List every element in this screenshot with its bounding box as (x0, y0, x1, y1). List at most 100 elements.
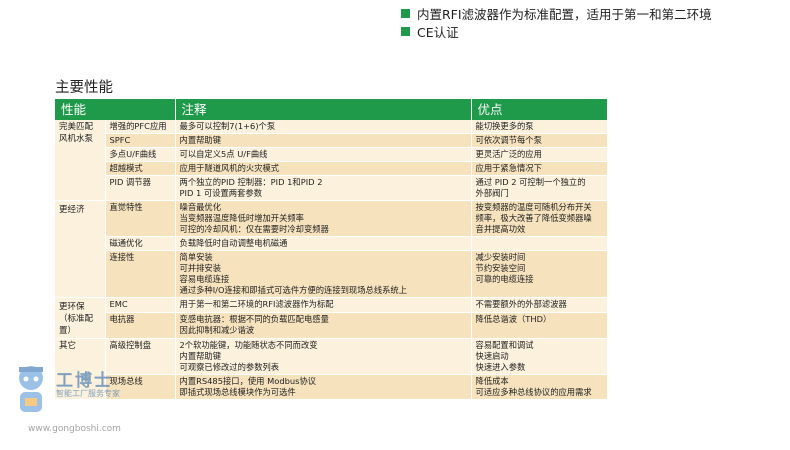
note-line: 两个独立的PID 控制器：PID 1和PID 2 (179, 177, 323, 187)
header-performance: 性能 (55, 99, 176, 120)
table-row: 现场总线 内置RS485接口，使用 Modbus协议 即插式现场总线模块作为可选件降… (55, 374, 608, 400)
advantage-cell: 按变频器的温度可随机分布开关 频率，极大改善了降低变频器噪 音并提高功效 (471, 200, 608, 237)
note-cell: 噪音最优化 当变频器温度降低时增加开关频率 可控的冷却风机：仅在需要时冷却变频器 (175, 200, 472, 237)
advantage-cell: 不需要额外的外部滤波器 (471, 297, 608, 313)
feature-cell: 高级控制盘 (105, 338, 176, 375)
advantage-cell: 应用于紧急情况下 (471, 161, 608, 176)
advantage-line: 按变频器的温度可随机分布开关 (475, 202, 592, 212)
table-row: 磁通优化负载降低时自动调整电机磁通 ​ (55, 236, 608, 251)
advantage-cell: ​ (471, 236, 608, 251)
table-row: PID 调节器 两个独立的PID 控制器：PID 1和PID 2 PID 1 可设置… (55, 175, 608, 201)
feature-cell: 连接性 (105, 250, 176, 298)
note-line: 通过多种I/O连接和即插式可选件方便的连接到现场总线系统上 (179, 285, 408, 295)
table-row: 连接性 简单安装 可并排安装 容易电缆连接 通过多种I/O连接和即插式可选件方便的连接到… (55, 250, 608, 298)
feature-cell: 电抗器 (105, 312, 176, 340)
bullet-text: CE认证 (417, 24, 459, 40)
feature-cell: 超越模式 (105, 161, 176, 176)
advantage-line: 更灵活广泛的应用 (475, 149, 542, 159)
note-line: 负载降低时自动调整电机磁通 (179, 238, 288, 248)
table-row: 更环保（标准配置） EMC 用于第一和第二环境的RFI滤波器作为标配 不需要额外的外部… (55, 297, 608, 339)
note-line: 最多可以控制7(1+6)个泵 (179, 121, 276, 131)
note-cell: 应用于隧道风机的火灾模式 (175, 161, 472, 176)
advantage-line: 通过 PID 2 可控制一个独立的 (475, 177, 586, 187)
advantage-line: 音并提高功效 (475, 224, 526, 234)
note-cell: 最多可以控制7(1+6)个泵 (175, 120, 472, 134)
advantage-cell: 降低总谐波（THD） (471, 312, 608, 340)
note-cell: 负载降低时自动调整电机磁通 (175, 236, 472, 251)
note-cell: 两个独立的PID 控制器：PID 1和PID 2 PID 1 可设置两套参数 (175, 175, 472, 201)
advantage-line: ​ (476, 238, 604, 249)
note-line: 因此抑制和减少谐波 (179, 324, 255, 335)
note-cell: 简单安装 可并排安装 容易电缆连接 通过多种I/O连接和即插式可选件方便的连接到现场总… (175, 250, 472, 298)
bullet-list: 内置RFI滤波器作为标准配置，适用于第一和第二环境 CE认证 (401, 4, 712, 40)
header-advantages: 优点 (471, 99, 608, 120)
feature-cell: 多点U/F曲线 (105, 147, 176, 162)
advantage-line: 可适应多种总线协议的应用需求 (475, 387, 592, 397)
advantage-cell: 容易配置和调试 快速启动 快速进入参数 (471, 338, 608, 375)
table-row: 更经济 直觉特性 噪音最优化 当变频器温度降低时增加开关频率 可控的冷却风机：仅在需要时… (55, 200, 608, 298)
advantage-line: 降低总谐波（THD） (475, 313, 552, 324)
green-square-bullet-icon (401, 26, 410, 36)
robot-mascot-icon (19, 366, 43, 412)
advantage-line: 频率，极大改善了降低变频器噪 (475, 213, 592, 223)
note-line: 内置帮助键 (179, 351, 222, 361)
table-header-row: 性能 注释 优点 (55, 99, 608, 120)
note-cell: 内置帮助键 (175, 133, 472, 148)
feature-cell: EMC (105, 297, 176, 313)
advantage-line: 不需要额外的外部滤波器 (475, 299, 567, 309)
note-line: 变感电抗器：根据不同的负载匹配电感量 (179, 313, 329, 324)
table-row: 超越模式 应用于隧道风机的火灾模式 应用于紧急情况下 (55, 161, 608, 176)
note-line: 噪音最优化 (179, 202, 222, 212)
note-cell: 变感电抗器：根据不同的负载匹配电感量 因此抑制和减少谐波 (175, 312, 472, 340)
advantage-cell: 能切换更多的泵 (471, 120, 608, 134)
note-line: 内置帮助键 (179, 135, 222, 145)
table-row: 完美匹配风机水泵 增强的PFC应用 最多可以控制7(1+6)个泵 能切换更多的泵 (55, 120, 608, 201)
advantage-cell: 可依次调节每个泵 (471, 133, 608, 148)
bullet-item: CE认证 (401, 22, 712, 40)
note-line: 可观察已修改过的参数列表 (179, 362, 280, 372)
advantage-line: 可依次调节每个泵 (475, 135, 542, 145)
feature-cell: PID 调节器 (105, 175, 176, 201)
note-line: 可以自定义5点 U/F曲线 (179, 149, 268, 159)
note-cell: 用于第一和第二环境的RFI滤波器作为标配 (175, 297, 472, 313)
advantage-line: 能切换更多的泵 (475, 121, 534, 131)
advantage-line: 快速进入参数 (475, 362, 526, 372)
advantage-line: 外部阀门 (475, 188, 509, 198)
advantage-line: 降低成本 (475, 376, 509, 386)
note-line: 容易电缆连接 (179, 274, 230, 284)
category-cell: 完美匹配风机水泵 (55, 120, 106, 201)
note-line: 即插式现场总线模块作为可选件 (179, 387, 296, 397)
advantage-cell: 减少安装时间 节约安装空间 可靠的电缆连接 (471, 250, 608, 298)
note-line: 内置RS485接口，使用 Modbus协议 (179, 376, 317, 386)
advantage-line: 可靠的电缆连接 (475, 274, 534, 284)
header-notes: 注释 (175, 99, 472, 120)
advantage-line: 容易配置和调试 (475, 340, 534, 350)
watermark-url: www.gongboshi.com (28, 424, 121, 434)
feature-cell: 增强的PFC应用 (105, 120, 176, 134)
note-line: 用于第一和第二环境的RFI滤波器作为标配 (179, 299, 334, 309)
category-cell: 其它 (55, 338, 106, 400)
note-line: 可控的冷却风机：仅在需要时冷却变频器 (179, 224, 329, 234)
category-cell: 更经济 (55, 200, 106, 298)
bullet-item: 内置RFI滤波器作为标准配置，适用于第一和第二环境 (401, 4, 712, 22)
advantage-line: 节约安装空间 (475, 263, 526, 273)
table-row: SPFC 内置帮助键 可依次调节每个泵 (55, 133, 608, 148)
note-cell: 内置RS485接口，使用 Modbus协议 即插式现场总线模块作为可选件 (175, 374, 472, 400)
advantage-cell: 更灵活广泛的应用 (471, 147, 608, 162)
feature-cell: 磁通优化 (105, 236, 176, 251)
table-row: 多点U/F曲线 可以自定义5点 U/F曲线 更灵活广泛的应用 (55, 147, 608, 162)
advantage-line: 减少安装时间 (475, 252, 526, 262)
feature-cell: 现场总线 (105, 374, 176, 400)
note-cell: 可以自定义5点 U/F曲线 (175, 147, 472, 162)
feature-cell: SPFC (105, 133, 176, 148)
advantage-cell: 通过 PID 2 可控制一个独立的 外部阀门 (471, 175, 608, 201)
advantage-cell: 降低成本 可适应多种总线协议的应用需求 (471, 374, 608, 400)
note-line: PID 1 可设置两套参数 (179, 188, 262, 198)
note-line: 可并排安装 (179, 263, 222, 273)
note-cell: 2个软功能键，功能随状态不同而改变 内置帮助键 可观察已修改过的参数列表 (175, 338, 472, 375)
table-body: 完美匹配风机水泵 增强的PFC应用 最多可以控制7(1+6)个泵 能切换更多的泵 SPF… (55, 120, 608, 400)
category-cell: 更环保（标准配置） (55, 297, 106, 339)
note-line: 应用于隧道风机的火灾模式 (179, 163, 280, 173)
section-title: 主要性能 (55, 80, 113, 96)
feature-cell: 直觉特性 (105, 200, 176, 237)
